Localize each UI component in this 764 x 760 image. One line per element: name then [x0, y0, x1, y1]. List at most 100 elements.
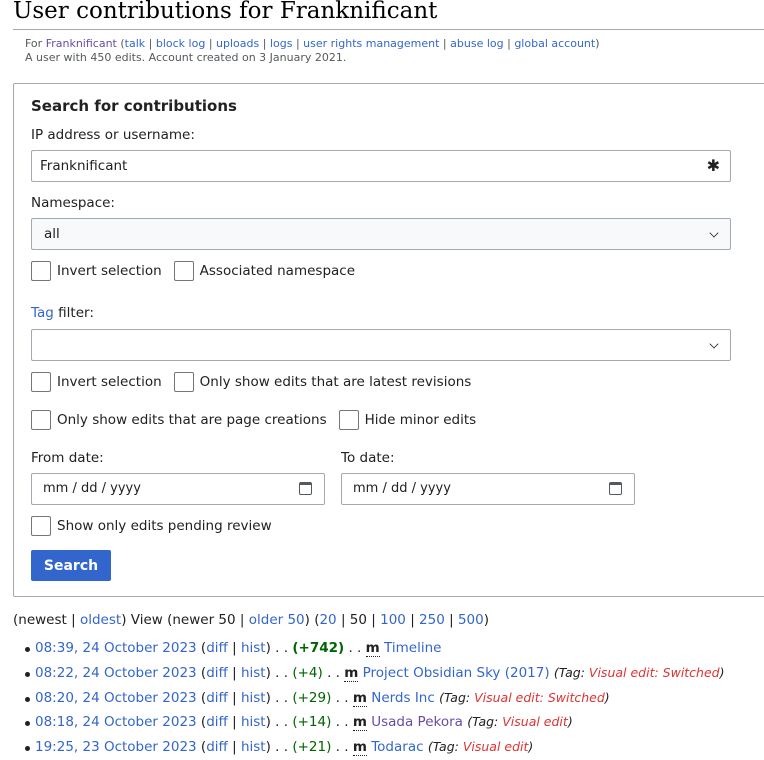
tag-value-link[interactable]: Visual edit [502, 714, 568, 729]
page-creations-label: Only show edits that are page creations [57, 412, 327, 428]
page-link[interactable]: Project Obsidian Sky (2017) [363, 665, 550, 681]
from-date-input[interactable]: mm / dd / yyyy [31, 473, 325, 505]
account-summary: A user with 450 edits. Account created o… [25, 51, 347, 64]
minor-edit-marker: m [352, 689, 367, 707]
minor-edit-marker: m [352, 714, 367, 732]
minor-edit-marker: m [365, 640, 380, 657]
tag-label: Tag [558, 664, 581, 680]
minor-edit-marker: m [352, 739, 367, 757]
tag-summary: (Tag: Visual edit) [467, 714, 573, 730]
talk-link[interactable]: talk [125, 37, 145, 50]
required-asterisk-icon: ✱ [706, 156, 720, 175]
to-date-placeholder: mm / dd / yyyy [353, 481, 451, 496]
search-button[interactable]: Search [31, 550, 111, 581]
page-link[interactable]: Timeline [384, 640, 441, 656]
tag-filter-select[interactable] [31, 329, 731, 361]
form-legend: Search for contributions [31, 97, 237, 115]
contribution-item: 08:20, 24 October 2023 (diff | hist) . .… [0, 686, 725, 711]
hist-link[interactable]: hist [241, 640, 266, 656]
page-link[interactable]: Todarac [371, 739, 423, 755]
abuse-log-link[interactable]: abuse log [450, 37, 503, 50]
newest-label: newest [18, 612, 67, 628]
size-change: (+4) [292, 664, 323, 681]
tag-invert-selection-checkbox[interactable] [31, 372, 51, 392]
contributions-subtitle: For Franknificant (talk | block log | up… [25, 37, 600, 65]
tag-filter-label: Tag filter: [31, 305, 94, 321]
chevron-down-icon [709, 339, 719, 349]
tag-value-link[interactable]: Visual edit: Switched [589, 665, 720, 680]
tag-label: Tag [472, 714, 495, 730]
hist-link[interactable]: hist [241, 690, 266, 706]
pending-review-label: Show only edits pending review [57, 518, 272, 534]
invert-selection-checkbox[interactable] [31, 261, 51, 281]
size-change: (+742) [292, 640, 345, 656]
size-change: (+14) [292, 714, 332, 731]
timestamp-link[interactable]: 08:39, 24 October 2023 [35, 640, 197, 656]
contribution-item: 19:25, 23 October 2023 (diff | hist) . .… [0, 735, 725, 760]
oldest-link[interactable]: oldest [80, 612, 121, 628]
diff-link[interactable]: diff [206, 739, 228, 755]
pending-review-checkbox[interactable] [31, 516, 51, 536]
tag-summary: (Tag: Visual edit: Switched) [553, 664, 725, 680]
page-link[interactable]: Usada Pekora [371, 714, 463, 730]
tag-filter-text: filter: [53, 305, 94, 321]
invert-selection-label: Invert selection [57, 263, 162, 279]
timestamp-link[interactable]: 08:18, 24 October 2023 [35, 714, 197, 730]
contribution-item: 08:39, 24 October 2023 (diff | hist) . .… [0, 636, 725, 661]
namespace-select[interactable]: all [31, 218, 731, 250]
tag-summary: (Tag: Visual edit: Switched) [439, 689, 610, 705]
hide-minor-checkbox[interactable] [338, 410, 359, 430]
page-creations-checkbox[interactable] [31, 410, 51, 430]
calendar-icon[interactable] [609, 482, 622, 495]
older-link[interactable]: older 50 [249, 612, 305, 628]
from-date-placeholder: mm / dd / yyyy [43, 481, 141, 496]
tag-link[interactable]: Tag [31, 305, 54, 321]
limit-250-link[interactable]: 250 [419, 612, 445, 628]
title-divider [13, 29, 764, 30]
hide-minor-label: Hide minor edits [364, 412, 477, 428]
diff-link[interactable]: diff [206, 665, 228, 681]
diff-link[interactable]: diff [206, 690, 228, 706]
contribution-item: 08:18, 24 October 2023 (diff | hist) . .… [0, 710, 725, 735]
chevron-down-icon [709, 228, 719, 238]
page-link[interactable]: Nerds Inc [371, 690, 435, 706]
hist-link[interactable]: hist [241, 665, 266, 681]
diff-link[interactable]: diff [206, 640, 228, 656]
uploads-link[interactable]: uploads [216, 37, 259, 50]
timestamp-link[interactable]: 08:22, 24 October 2023 [35, 665, 197, 681]
contribution-item: 08:22, 24 October 2023 (diff | hist) . .… [0, 661, 725, 686]
for-label: For [25, 37, 43, 50]
size-change: (+21) [292, 739, 332, 756]
user-page-link[interactable]: Franknificant [46, 37, 117, 50]
logs-link[interactable]: logs [270, 37, 293, 50]
global-account-link[interactable]: global account [514, 37, 595, 50]
user-rights-link[interactable]: user rights management [303, 37, 439, 50]
timestamp-link[interactable]: 19:25, 23 October 2023 [35, 739, 197, 755]
block-log-link[interactable]: block log [156, 37, 205, 50]
size-change: (+29) [292, 689, 332, 706]
limit-500-link[interactable]: 500 [458, 612, 484, 628]
user-tool-links: For Franknificant (talk | block log | up… [25, 37, 600, 50]
calendar-icon[interactable] [299, 482, 312, 495]
associated-namespace-label: Associated namespace [199, 263, 356, 279]
to-date-input[interactable]: mm / dd / yyyy [341, 473, 635, 505]
from-date-label: From date: [31, 450, 104, 466]
namespace-label: Namespace: [31, 195, 115, 211]
timestamp-link[interactable]: 08:20, 24 October 2023 [35, 690, 197, 706]
minor-edit-marker: m [344, 664, 359, 682]
limit-100-link[interactable]: 100 [380, 612, 406, 628]
diff-link[interactable]: diff [206, 714, 228, 730]
latest-revisions-checkbox[interactable] [173, 372, 194, 392]
tag-value-link[interactable]: Visual edit: Switched [474, 690, 605, 705]
pagination-bar: (newest | oldest) View (newer 50 | older… [13, 612, 490, 628]
to-date-label: To date: [341, 450, 395, 466]
hist-link[interactable]: hist [241, 739, 266, 755]
page-title: User contributions for Franknificant [13, 0, 438, 24]
hist-link[interactable]: hist [241, 714, 266, 730]
newer-label: newer 50 [172, 612, 236, 628]
limit-20-link[interactable]: 20 [319, 612, 336, 628]
contributions-list: 08:39, 24 October 2023 (diff | hist) . .… [0, 636, 725, 760]
search-contributions-form: Search for contributions IP address or u… [13, 83, 764, 597]
associated-namespace-checkbox[interactable] [173, 261, 194, 281]
username-input[interactable]: Franknificant ✱ [31, 150, 731, 182]
